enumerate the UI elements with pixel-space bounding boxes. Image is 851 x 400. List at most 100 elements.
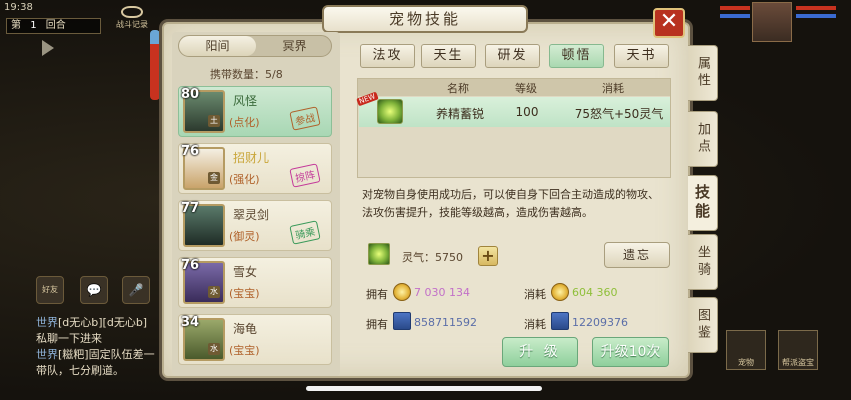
top-left-hud: 19:38 第 1 回合 战斗记录 (0, 0, 150, 40)
cost-label: 消耗 (524, 318, 546, 331)
pet-type: (御灵) (229, 230, 260, 243)
pet-name: 海龟 (233, 322, 258, 336)
pet-menu-button[interactable]: 宠物 (726, 330, 766, 370)
table-row[interactable]: NEW 养精蓄锐 100 75怒气+50灵气 (356, 91, 670, 127)
pet-status-badge: 掠阵 (289, 163, 321, 188)
carry-value: 5/8 (265, 68, 283, 81)
microphone-icon[interactable]: 🎤 (122, 276, 150, 304)
element-badge: 水 (208, 343, 220, 355)
carry-label: 携带数量： (210, 68, 265, 81)
round-counter: 第 1 回合 (6, 18, 101, 34)
upgrade-ten-button[interactable]: 升级10次 (592, 337, 669, 367)
side-tab-codex[interactable]: 图鉴 (688, 297, 718, 353)
side-tab-attributes[interactable]: 属性 (688, 45, 718, 101)
tab-research[interactable]: 研发 (485, 44, 540, 68)
tab-heavenly-book[interactable]: 天书 (614, 44, 669, 68)
pet-name: 雪女 (233, 265, 258, 279)
spirit-value: 5750 (435, 251, 463, 264)
pet-card[interactable]: 77 翠灵剑 (御灵) 骑乘 (178, 200, 332, 251)
pet-status-badge: 骑乘 (289, 220, 321, 245)
hp-bar (796, 6, 836, 10)
pet-name: 翠灵剑 (233, 208, 270, 222)
pet-name: 风怪 (233, 94, 258, 108)
own-label: 拥有 (366, 318, 388, 331)
charm-ornament-icon (150, 30, 160, 100)
avatar[interactable] (752, 2, 792, 42)
round-prefix: 第 (11, 20, 21, 31)
pet-name: 招财儿 (233, 151, 270, 165)
pet-level: 80 (181, 87, 200, 102)
column-header-cost: 消耗 (602, 82, 624, 95)
tab-innate[interactable]: 天生 (421, 44, 476, 68)
pet-type: (宝宝) (229, 287, 260, 300)
skill-table: 名称 等级 消耗 NEW 养精蓄锐 100 75怒气+50灵气 (356, 78, 671, 178)
add-spirit-button[interactable]: + (478, 246, 498, 266)
chat-line: 世界[d无心b][d无心b] (36, 316, 148, 329)
pet-level: 76 (181, 258, 200, 273)
skill-icon (377, 99, 403, 124)
column-header-name: 名称 (447, 82, 469, 95)
coin-icon (551, 283, 569, 301)
mp-bar-2 (720, 14, 750, 18)
pet-type: (强化) (229, 173, 260, 186)
battle-record-label: 战斗记录 (116, 20, 148, 29)
column-header-level: 等级 (515, 82, 537, 95)
close-button[interactable]: ✕ (653, 8, 685, 38)
tab-yang-realm[interactable]: 阳间 (179, 36, 256, 56)
pet-card[interactable]: 76 金 招财儿 (强化) 掠阵 (178, 143, 332, 194)
home-indicator[interactable] (306, 386, 542, 391)
chat-bubble-icon[interactable]: 💬 (80, 276, 108, 304)
pet-type: (点化) (229, 116, 260, 129)
pet-card[interactable]: 34 水 海龟 (宝宝) (178, 314, 332, 365)
cost-book-value: 12209376 (572, 316, 628, 329)
bottom-right-menu: 宠物 帮派盗宝 (726, 330, 826, 375)
mp-bar (796, 14, 836, 18)
spirit-label: 灵气： (402, 251, 435, 264)
carry-count: 携带数量：5/8 (210, 66, 283, 82)
pet-card[interactable]: 80 土 风怪 (点化) 参战 (178, 86, 332, 137)
pet-status-badge: 参战 (289, 106, 321, 131)
round-number: 1 (30, 20, 37, 31)
panel-title: 宠物技能 (322, 5, 528, 33)
upgrade-button[interactable]: 升 级 (502, 337, 578, 367)
book-icon (393, 312, 411, 330)
cost-label: 消耗 (524, 288, 546, 301)
hp-bar-2 (720, 6, 750, 10)
skill-level: 100 (515, 105, 539, 119)
side-tab-mount[interactable]: 坐骑 (688, 234, 718, 290)
skill-name: 养精蓄锐 (435, 107, 484, 121)
skill-cost: 75怒气+50灵气 (574, 107, 664, 121)
side-tab-points[interactable]: 加点 (688, 111, 718, 167)
spirit-icon (368, 243, 390, 265)
tab-underworld[interactable]: 冥界 (256, 36, 331, 56)
realm-tabs: 阳间 冥界 (178, 35, 332, 57)
side-tab-skills[interactable]: 技能 (688, 175, 718, 231)
tab-magic-attack[interactable]: 法攻 (360, 44, 415, 68)
battle-record-button[interactable]: 战斗记录 (112, 6, 152, 30)
chat-line: 私聊一下进来 (36, 332, 102, 345)
element-badge: 水 (208, 286, 220, 298)
friends-button[interactable]: 好友 (36, 276, 64, 304)
element-badge: 金 (208, 172, 220, 184)
forget-button[interactable]: 遗忘 (604, 242, 670, 268)
pet-level: 34 (181, 315, 200, 330)
skill-description: 对宠物自身使用成功后，可以使自身下回合主动造成的物攻、法攻伤害提升，技能等级越高… (362, 188, 659, 219)
tab-enlightenment[interactable]: 顿悟 (549, 44, 604, 68)
own-label: 拥有 (366, 288, 388, 301)
cost-coin-value: 604 360 (572, 286, 618, 299)
pet-level: 77 (181, 201, 200, 216)
pet-level: 76 (181, 144, 200, 159)
element-badge: 土 (208, 115, 220, 127)
pet-card[interactable]: 76 水 雪女 (宝宝) (178, 257, 332, 308)
pet-type: (宝宝) (229, 344, 260, 357)
table-header: 名称 等级 消耗 (358, 79, 670, 96)
eye-icon (121, 6, 143, 18)
own-book-value: 858711592 (414, 316, 477, 329)
own-coin-value: 7 030 134 (414, 286, 470, 299)
coin-icon (393, 283, 411, 301)
chat-area: 好友 💬 🎤 世界[d无心b][d无心b] 私聊一下进来 世界[糍粑]固定队伍差… (36, 276, 166, 396)
play-arrow-icon[interactable] (42, 40, 54, 56)
guild-treasure-button[interactable]: 帮派盗宝 (778, 330, 818, 370)
chat-line: 带队，七分刷道。 (36, 364, 124, 377)
status-time: 19:38 (4, 2, 33, 13)
